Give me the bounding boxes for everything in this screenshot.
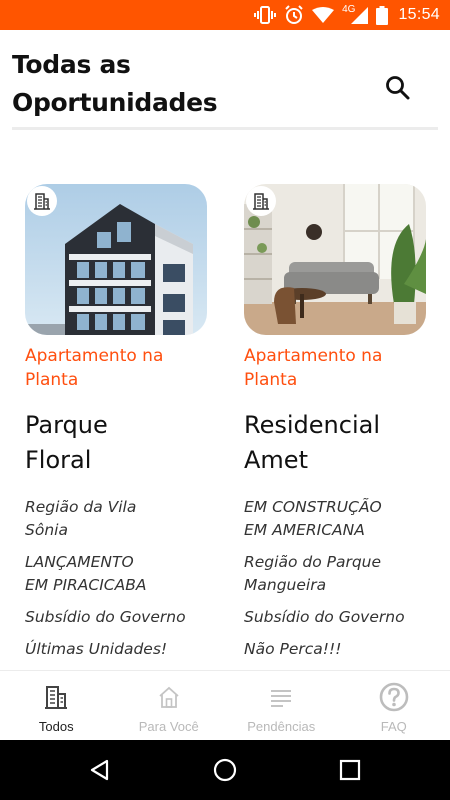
recents-button[interactable]	[320, 740, 380, 800]
card-category-line2: Planta	[244, 370, 298, 390]
header: Todas as Oportunidades	[0, 30, 450, 130]
home-button[interactable]	[195, 740, 255, 800]
opportunity-card-parque-floral[interactable]: Apartamento na Planta Parque Floral Regi…	[25, 184, 225, 670]
home-icon	[157, 681, 181, 713]
card-tag: Subsídio do Governo	[25, 606, 225, 629]
card-title-line1: Residencial	[244, 411, 380, 439]
tag-line1: Não Perca!!!	[244, 640, 342, 658]
status-bar: 4G 15:54	[0, 0, 450, 30]
search-button[interactable]	[378, 68, 418, 108]
card-category: Apartamento na Planta	[25, 344, 215, 392]
tag-line1: Subsídio do Governo	[244, 608, 405, 626]
tag-line2: Mangueira	[244, 576, 327, 594]
card-title: Parque Floral	[25, 408, 225, 478]
tag-line1: EM CONSTRUÇÃO	[244, 498, 382, 516]
nav-label: FAQ	[380, 719, 407, 734]
tag-line2: EM AMERICANA	[244, 521, 365, 539]
vibrate-icon	[254, 0, 277, 30]
page-title: Todas as Oportunidades	[12, 46, 312, 122]
nav-label: Todos	[38, 719, 74, 734]
card-title-line1: Parque	[25, 411, 108, 439]
page-title-line1: Todas as	[12, 50, 131, 79]
card-tag: Subsídio do Governo	[244, 606, 444, 629]
search-icon	[386, 76, 410, 100]
card-title: Residencial Amet	[244, 408, 444, 478]
nav-item-faq[interactable]: FAQ	[338, 671, 450, 740]
living-room-interior-photo	[244, 184, 426, 335]
help-icon	[379, 681, 409, 713]
nav-item-para-voce[interactable]: Para Você	[113, 671, 226, 740]
tag-line1: Região do Parque	[244, 553, 382, 571]
list-icon	[269, 681, 293, 713]
opportunities-list: Apartamento na Planta Parque Floral Regi…	[0, 130, 450, 670]
card-tag: Região da Vila Sônia	[25, 496, 225, 542]
page-title-line2: Oportunidades	[12, 88, 218, 117]
battery-icon	[376, 0, 389, 30]
system-navigation-bar	[0, 740, 450, 800]
tag-line1: Últimas Unidades!	[25, 640, 168, 658]
card-tags: EM CONSTRUÇÃO EM AMERICANA Região do Par…	[244, 496, 444, 661]
building-icon	[253, 193, 269, 210]
back-icon	[90, 759, 109, 781]
nav-label: Para Você	[138, 719, 199, 734]
nav-item-todos[interactable]: Todos	[0, 671, 113, 740]
modern-apartment-building-photo	[25, 184, 207, 335]
clock: 15:54	[398, 6, 440, 23]
card-tag: Últimas Unidades!	[25, 638, 225, 661]
home-circle-icon	[213, 758, 237, 782]
card-title-line2: Amet	[244, 446, 308, 474]
card-category: Apartamento na Planta	[244, 344, 434, 392]
tag-line1: Subsídio do Governo	[25, 608, 186, 626]
building-badge	[27, 186, 57, 216]
recents-icon	[339, 759, 361, 781]
building-icon	[43, 681, 69, 713]
alarm-icon	[284, 0, 304, 30]
tag-line2: EM PIRACICABA	[25, 576, 147, 594]
building-badge	[246, 186, 276, 216]
wifi-icon	[312, 0, 335, 30]
card-title-line2: Floral	[25, 446, 92, 474]
tag-line1: Região da Vila	[25, 498, 137, 516]
card-tag: Região do Parque Mangueira	[244, 551, 444, 597]
back-button[interactable]	[70, 740, 130, 800]
card-category-line1: Apartamento na	[244, 346, 383, 366]
card-tags: Região da Vila Sônia LANÇAMENTO EM PIRAC…	[25, 496, 225, 661]
card-category-line2: Planta	[25, 370, 79, 390]
card-tag: LANÇAMENTO EM PIRACICABA	[25, 551, 225, 597]
tag-line2: Sônia	[25, 521, 68, 539]
card-tag: Não Perca!!!	[244, 638, 444, 661]
network-label: 4G	[342, 3, 356, 15]
network-type: 4G	[342, 0, 369, 30]
nav-label: Pendências	[247, 719, 316, 734]
nav-item-pendencias[interactable]: Pendências	[225, 671, 338, 740]
tag-line1: LANÇAMENTO	[25, 553, 134, 571]
card-tag: EM CONSTRUÇÃO EM AMERICANA	[244, 496, 444, 542]
bottom-navigation: Todos Para Você Pendências FAQ	[0, 670, 450, 740]
card-category-line1: Apartamento na	[25, 346, 164, 366]
building-icon	[34, 193, 50, 210]
opportunity-card-residencial-amet[interactable]: Apartamento na Planta Residencial Amet E…	[244, 184, 444, 670]
